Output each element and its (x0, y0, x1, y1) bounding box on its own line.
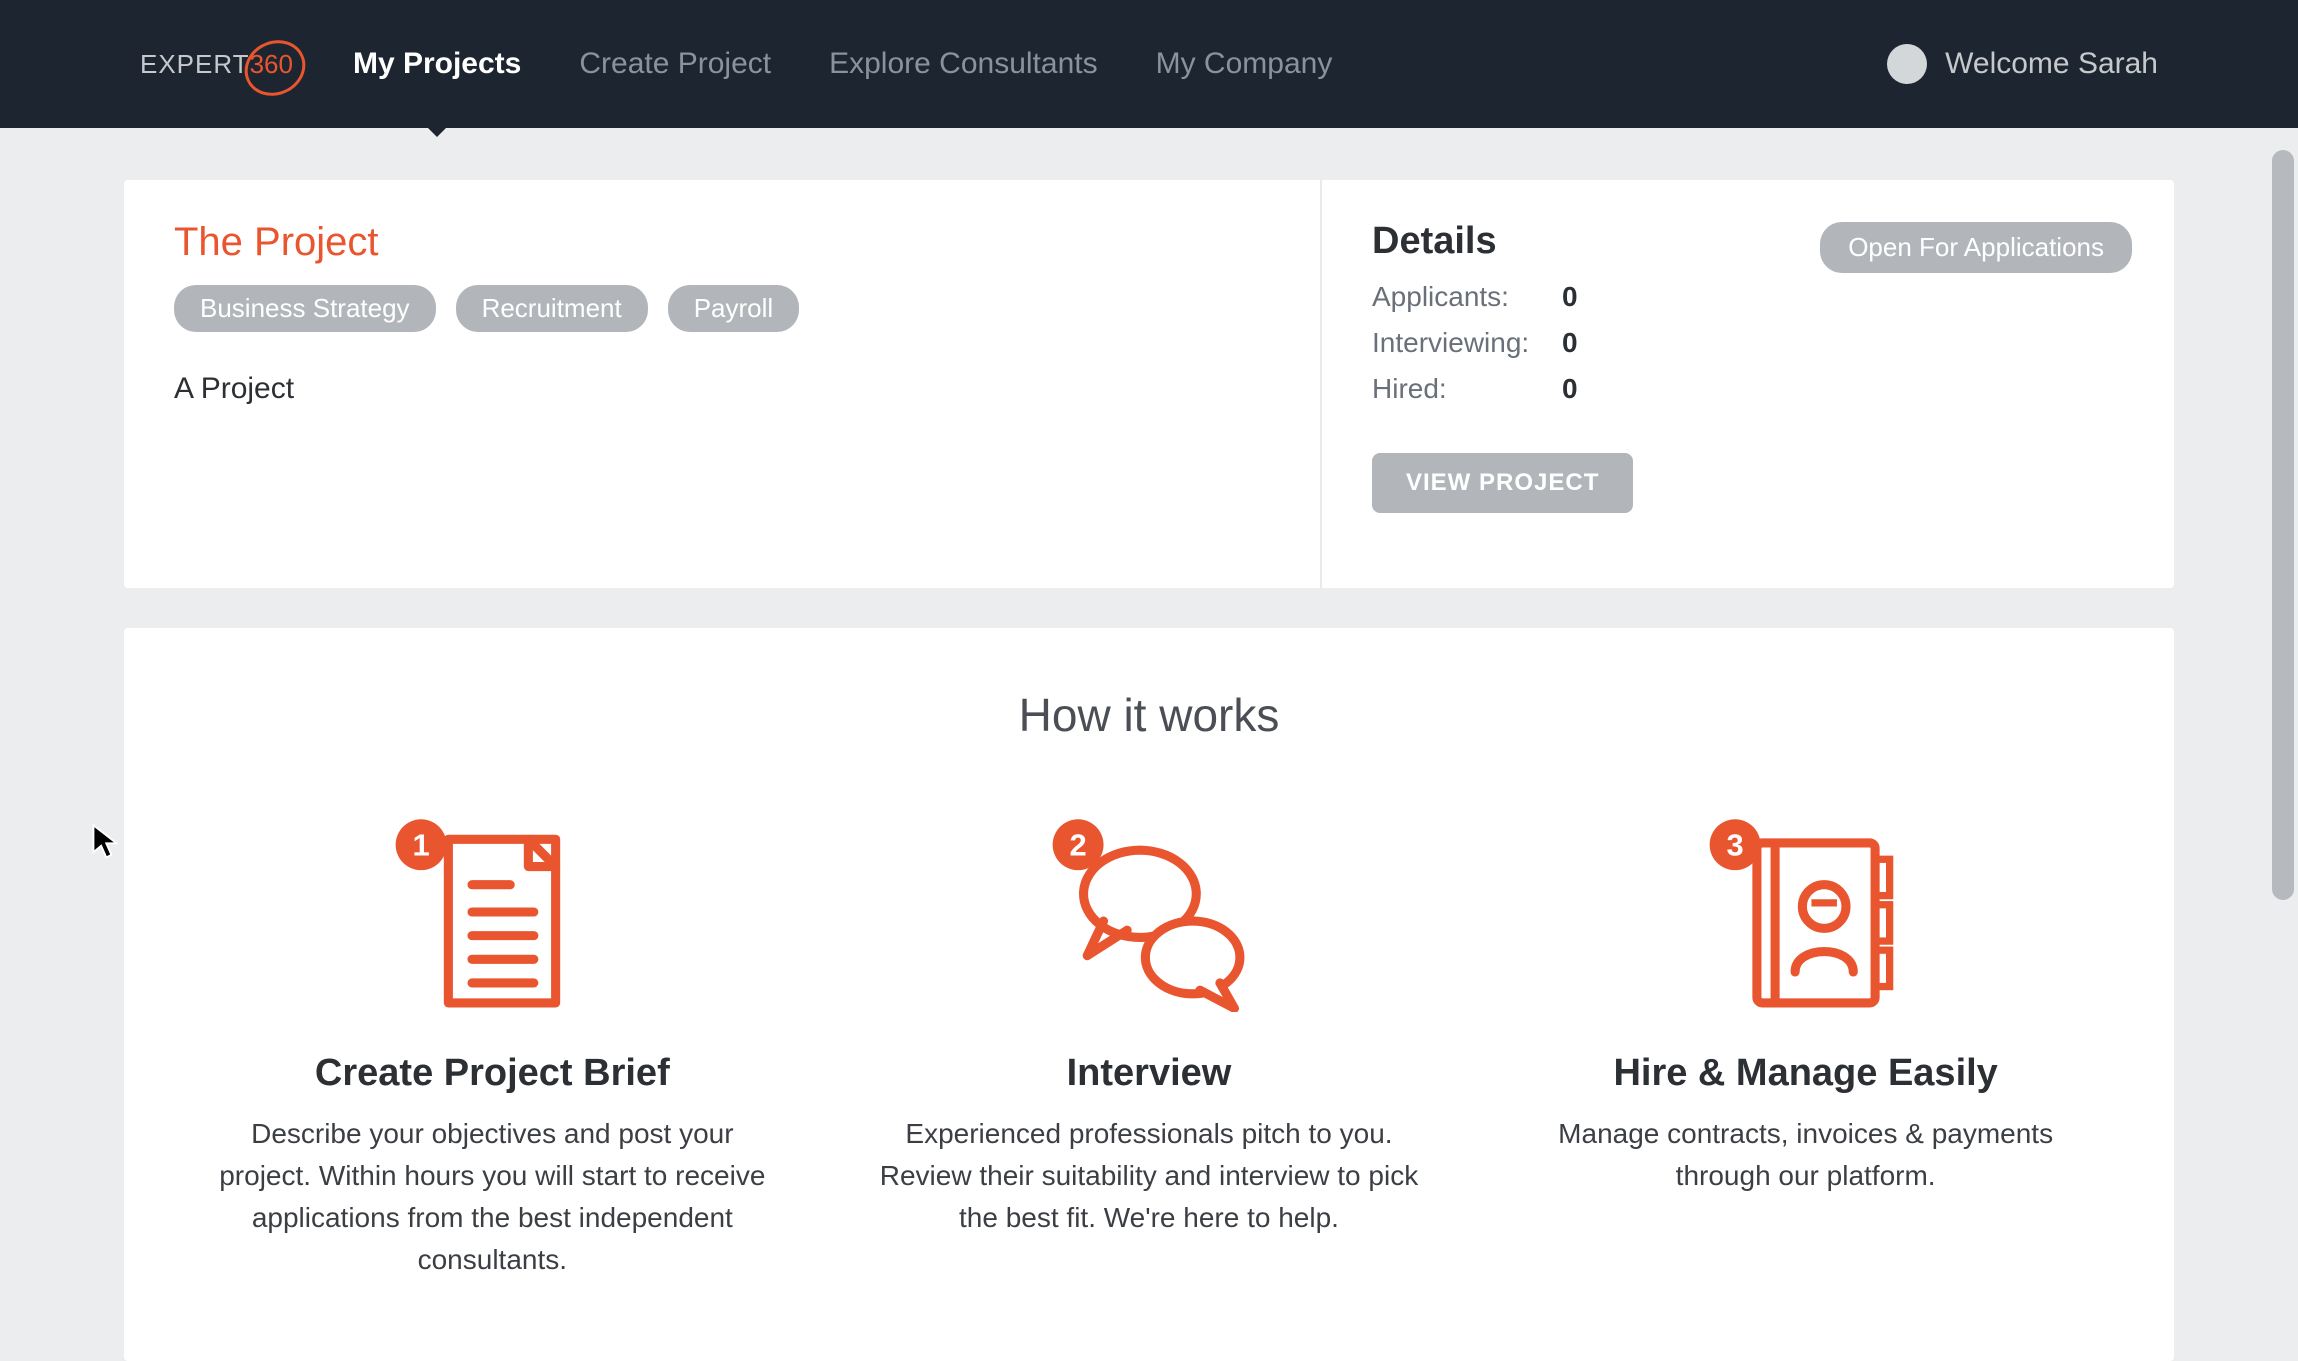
step-hire-manage: 3 Hire & Manage Easily Manage contracts,… (1506, 802, 2106, 1281)
nav-create-project[interactable]: Create Project (579, 47, 771, 81)
steps-row: 1 Create Project Brief Describe your obj… (184, 802, 2114, 1281)
step-create-brief: 1 Create Project Brief Describe your obj… (192, 802, 792, 1281)
how-it-works-card: How it works 1 C (124, 628, 2174, 1361)
page-content: The Project Business Strategy Recruitmen… (124, 128, 2174, 1361)
nav-label: My Projects (353, 47, 521, 80)
step-title: Interview (849, 1052, 1449, 1095)
step-description: Manage contracts, invoices & payments th… (1506, 1113, 2106, 1197)
avatar (1887, 44, 1927, 84)
brand-logo[interactable]: EXPERT360 (140, 49, 293, 80)
logo-text: EXPERT (140, 49, 250, 80)
svg-text:2: 2 (1069, 828, 1086, 863)
logo-accent: 360 (250, 49, 293, 80)
step-description: Experienced professionals pitch to you. … (849, 1113, 1449, 1239)
project-title[interactable]: The Project (174, 220, 1270, 265)
document-icon: 1 (192, 802, 792, 1022)
welcome-text: Welcome Sarah (1945, 47, 2158, 81)
how-it-works-heading: How it works (184, 688, 2114, 742)
hired-value: 0 (1562, 373, 1622, 405)
chat-bubbles-icon: 2 (849, 802, 1449, 1022)
project-details: Details Open For Applications Applicants… (1322, 180, 2174, 588)
tag-recruitment[interactable]: Recruitment (456, 285, 648, 332)
top-navbar: EXPERT360 My Projects Create Project Exp… (0, 0, 2298, 128)
step-description: Describe your objectives and post your p… (192, 1113, 792, 1281)
nav-my-projects[interactable]: My Projects (353, 47, 521, 81)
project-description: A Project (174, 372, 1270, 406)
step-title: Create Project Brief (192, 1052, 792, 1095)
status-badge: Open For Applications (1820, 222, 2132, 273)
project-card: The Project Business Strategy Recruitmen… (124, 180, 2174, 588)
project-stats: Applicants: 0 Interviewing: 0 Hired: 0 (1372, 281, 2124, 405)
nav-links: My Projects Create Project Explore Consu… (353, 47, 1332, 81)
active-tab-caret-icon (415, 115, 459, 137)
view-project-button[interactable]: VIEW PROJECT (1372, 453, 1633, 513)
tag-business-strategy[interactable]: Business Strategy (174, 285, 436, 332)
nav-my-company[interactable]: My Company (1156, 47, 1333, 81)
svg-text:3: 3 (1726, 828, 1743, 863)
interviewing-value: 0 (1562, 327, 1622, 359)
contact-book-icon: 3 (1506, 802, 2106, 1022)
interviewing-label: Interviewing: (1372, 327, 1562, 359)
project-tags: Business Strategy Recruitment Payroll (174, 285, 1270, 332)
applicants-label: Applicants: (1372, 281, 1562, 313)
scrollbar[interactable] (2272, 150, 2294, 900)
tag-payroll[interactable]: Payroll (668, 285, 799, 332)
svg-text:1: 1 (413, 828, 430, 863)
step-title: Hire & Manage Easily (1506, 1052, 2106, 1095)
project-summary: The Project Business Strategy Recruitmen… (124, 180, 1322, 588)
applicants-value: 0 (1562, 281, 1622, 313)
nav-explore-consultants[interactable]: Explore Consultants (829, 47, 1097, 81)
step-interview: 2 Interview Experienced professionals pi… (849, 802, 1449, 1281)
user-menu[interactable]: Welcome Sarah (1887, 44, 2158, 84)
hired-label: Hired: (1372, 373, 1562, 405)
